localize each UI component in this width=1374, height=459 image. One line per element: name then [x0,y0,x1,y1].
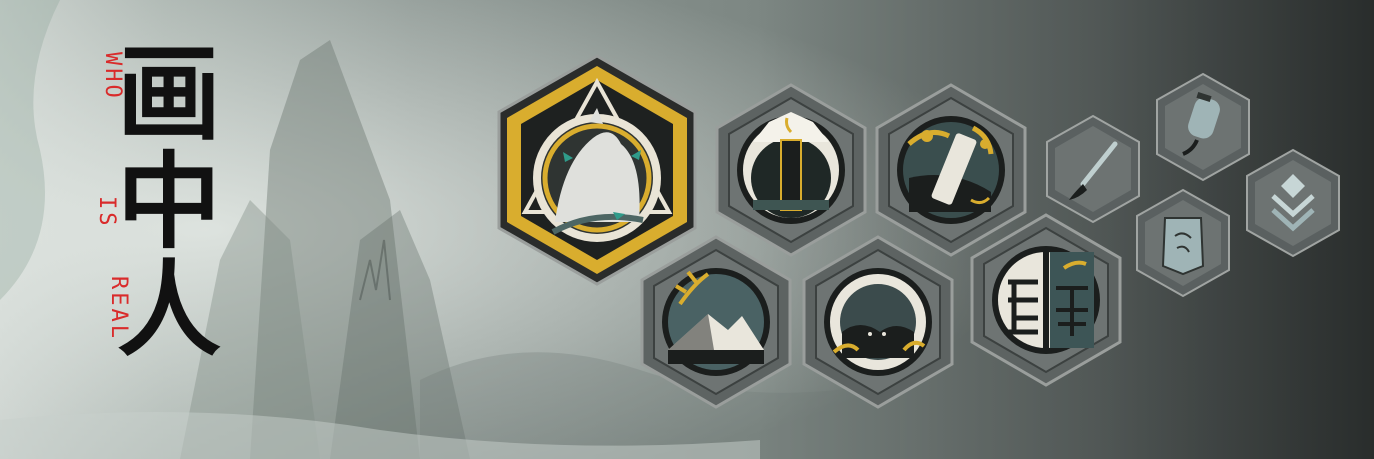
glowing-talisman-stele-icon [715,83,867,257]
subtitle-is: IS [94,196,119,229]
subtitle-who: WHO [100,52,125,101]
badge-tablet[interactable] [1133,188,1233,298]
fret-pattern-cave-icon [802,235,954,409]
badge-talisman[interactable] [713,82,869,258]
badge-fret[interactable] [800,234,956,410]
ink-tablet-icon [1136,188,1230,298]
badge-stack[interactable] [1243,148,1343,258]
layered-arrows-icon [1246,148,1340,258]
badge-bamboo[interactable] [638,234,794,410]
seal-script-icon [970,213,1122,387]
calligraphy-brush-icon [1046,114,1140,224]
badge-seal[interactable] [968,212,1124,388]
badge-brush[interactable] [1043,114,1143,224]
subtitle-real: REAL [106,276,131,341]
hanging-lantern-icon [1156,72,1250,182]
achievement-banner: 画 中 人 WHO IS REAL [0,0,1374,459]
badge-lantern[interactable] [1153,72,1253,182]
bamboo-mountain-icon [640,235,792,409]
